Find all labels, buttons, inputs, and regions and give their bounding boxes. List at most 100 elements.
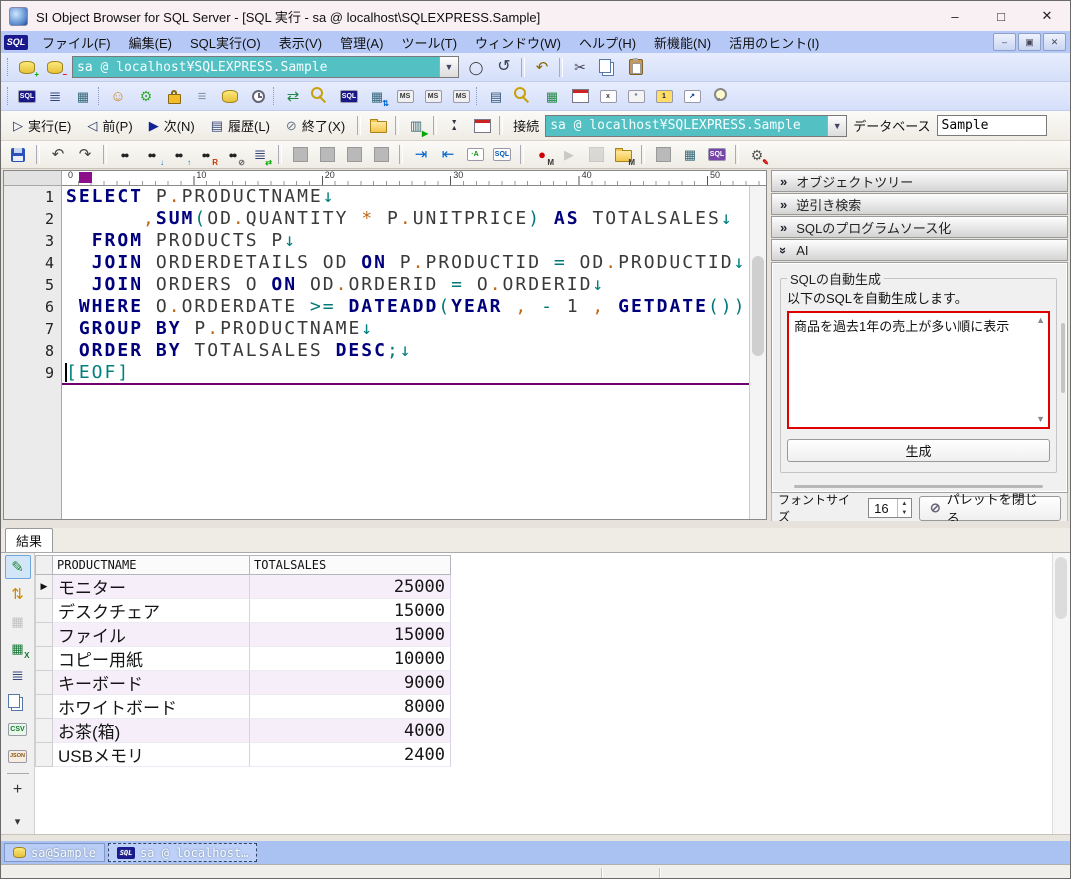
row-selector[interactable]	[35, 671, 53, 695]
chevron-down-icon[interactable]: ▼	[439, 57, 458, 77]
remove-connection-icon[interactable]: −	[42, 55, 68, 79]
font-size-stepper[interactable]: 16 ▲ ▼	[868, 498, 912, 518]
tablespace-icon[interactable]	[217, 84, 243, 108]
window-list-icon[interactable]	[567, 84, 593, 108]
macro-stop-icon[interactable]	[583, 143, 609, 167]
row-selector[interactable]	[35, 599, 53, 623]
undo-edit-icon[interactable]: ↶	[45, 143, 71, 167]
splitter[interactable]	[1, 521, 1070, 528]
copy-icon[interactable]	[595, 55, 621, 79]
disabled-button-3[interactable]	[341, 143, 367, 167]
cell-productname[interactable]: コピー用紙	[53, 647, 250, 671]
save-icon[interactable]	[5, 143, 31, 167]
ms-query-icon[interactable]: MS	[392, 84, 418, 108]
ms-database-icon[interactable]: MS	[420, 84, 446, 108]
cell-totalsales[interactable]: 10000	[250, 647, 451, 671]
minimize-button[interactable]: –	[932, 1, 978, 31]
row-selector[interactable]	[35, 743, 53, 767]
menu-item-new-features[interactable]: 新機能(N)	[645, 32, 720, 53]
export-excel-icon[interactable]: ▦X	[5, 636, 31, 660]
cell-totalsales[interactable]: 4000	[250, 719, 451, 743]
menu-item-sql-exec[interactable]: SQL実行(O)	[181, 32, 270, 53]
cell-totalsales[interactable]: 2400	[250, 743, 451, 767]
maximize-button[interactable]: □	[978, 1, 1024, 31]
table-icon[interactable]: ▤	[483, 84, 509, 108]
mdi-restore-button[interactable]: ▣	[1018, 33, 1041, 51]
row-selector[interactable]	[35, 623, 53, 647]
find-next-icon[interactable]: ●●↓	[139, 143, 165, 167]
scroll-up-icon[interactable]: ▲	[1036, 316, 1045, 325]
row-selector[interactable]: ▶	[35, 575, 53, 599]
sort-rows-icon[interactable]: ⇅	[5, 582, 31, 606]
stepper-down-icon[interactable]: ▼	[898, 508, 911, 517]
cell-productname[interactable]: ファイル	[53, 623, 250, 647]
disabled-button-4[interactable]	[368, 143, 394, 167]
menu-item-edit[interactable]: 編集(E)	[120, 32, 181, 53]
comment-toggle-icon[interactable]: ·A	[462, 143, 488, 167]
sql-editor[interactable]: 01020304050 123456789 SELECT P.PRODUCTNA…	[3, 170, 767, 520]
disabled-button-2[interactable]	[314, 143, 340, 167]
execution-connection-combobox[interactable]: sa @ localhost¥SQLEXPRESS.Sample ▼	[545, 115, 847, 137]
chevron-down-icon[interactable]: ▼	[827, 116, 846, 136]
next-button[interactable]: ▶次(N)	[141, 114, 203, 137]
open-file-icon[interactable]	[365, 114, 391, 138]
cell-productname[interactable]: モニター	[53, 575, 250, 599]
export-result-icon[interactable]: ▥▶	[403, 114, 429, 138]
new-session-icon[interactable]: ◯	[463, 55, 489, 79]
history-button[interactable]: ▤履歴(L)	[203, 114, 278, 137]
editor-vertical-scrollbar[interactable]	[749, 186, 766, 519]
add-row-icon[interactable]: +	[5, 778, 31, 802]
menu-item-view[interactable]: 表示(V)	[270, 32, 331, 53]
find-icon[interactable]: ●●	[112, 143, 138, 167]
sql-window-tab[interactable]: SQLsa @ localhost…	[108, 843, 257, 862]
session-tab[interactable]: sa@Sample	[4, 843, 105, 862]
sql-library-icon[interactable]: SQL	[704, 143, 730, 167]
close-palette-button[interactable]: ⊘ パレットを閉じる	[919, 496, 1061, 521]
cut-icon[interactable]: ✂	[567, 55, 593, 79]
row-selector[interactable]	[35, 647, 53, 671]
cell-totalsales[interactable]: 9000	[250, 671, 451, 695]
menu-item-tips[interactable]: 活用のヒント(I)	[720, 32, 828, 53]
window-position-icon[interactable]	[469, 114, 495, 138]
replace-icon[interactable]: ●●R	[193, 143, 219, 167]
connection-combobox[interactable]: sa @ localhost¥SQLEXPRESS.Sample ▼	[72, 56, 459, 78]
script-output-icon[interactable]: ≣	[5, 663, 31, 687]
indent-icon[interactable]: ⇥	[408, 143, 434, 167]
result-grid-icon[interactable]: ▦	[677, 143, 703, 167]
redo-edit-icon[interactable]: ↷	[72, 143, 98, 167]
cell-totalsales[interactable]: 15000	[250, 623, 451, 647]
line-select-icon[interactable]: ≣⇄	[247, 143, 273, 167]
horizontal-scrollbar[interactable]	[794, 485, 1043, 488]
panel-vertical-scrollbar[interactable]	[1061, 323, 1065, 393]
panel-section-reverse-search[interactable]: » 逆引き検索	[771, 193, 1068, 215]
macro-record-icon[interactable]: ●M	[529, 143, 555, 167]
hint-bulb-icon[interactable]	[707, 84, 733, 108]
generate-button[interactable]: 生成	[787, 439, 1050, 462]
mdi-close-button[interactable]: ✕	[1043, 33, 1066, 51]
session-clock-icon[interactable]	[245, 84, 271, 108]
window-close-icon[interactable]: x	[595, 84, 621, 108]
database-input[interactable]: Sample	[937, 115, 1047, 136]
script-icon[interactable]: ≣	[42, 84, 68, 108]
cell-productname[interactable]: USBメモリ	[53, 743, 250, 767]
ai-prompt-textarea[interactable]: 商品を過去1年の売上が多い順に表示 ▲ ▼	[787, 311, 1050, 429]
roles-gear-icon[interactable]: ⚙	[133, 84, 159, 108]
export-csv-icon[interactable]: CSV	[5, 717, 31, 741]
export-json-icon[interactable]: JSON	[5, 744, 31, 768]
table-grid-icon[interactable]: ▦	[539, 84, 565, 108]
prev-button[interactable]: ◁前(P)	[79, 114, 140, 137]
lock-icon[interactable]	[161, 84, 187, 108]
database-stack-icon[interactable]: ≡	[189, 84, 215, 108]
primary-key-icon[interactable]	[511, 84, 537, 108]
ms-print-icon[interactable]: MS	[448, 84, 474, 108]
scroll-down-icon[interactable]: ▼	[1036, 415, 1045, 424]
cell-totalsales[interactable]: 8000	[250, 695, 451, 719]
mdi-minimize-button[interactable]: –	[993, 33, 1016, 51]
scrollbar-thumb[interactable]	[752, 256, 764, 356]
outdent-icon[interactable]: ⇤	[435, 143, 461, 167]
key-window-icon[interactable]	[308, 84, 334, 108]
close-button[interactable]: ✕	[1024, 1, 1070, 31]
column-header-totalsales[interactable]: TOTALSALES	[250, 555, 451, 575]
menu-item-admin[interactable]: 管理(A)	[331, 32, 392, 53]
fit-window-icon[interactable]: ▼▲	[441, 114, 467, 138]
